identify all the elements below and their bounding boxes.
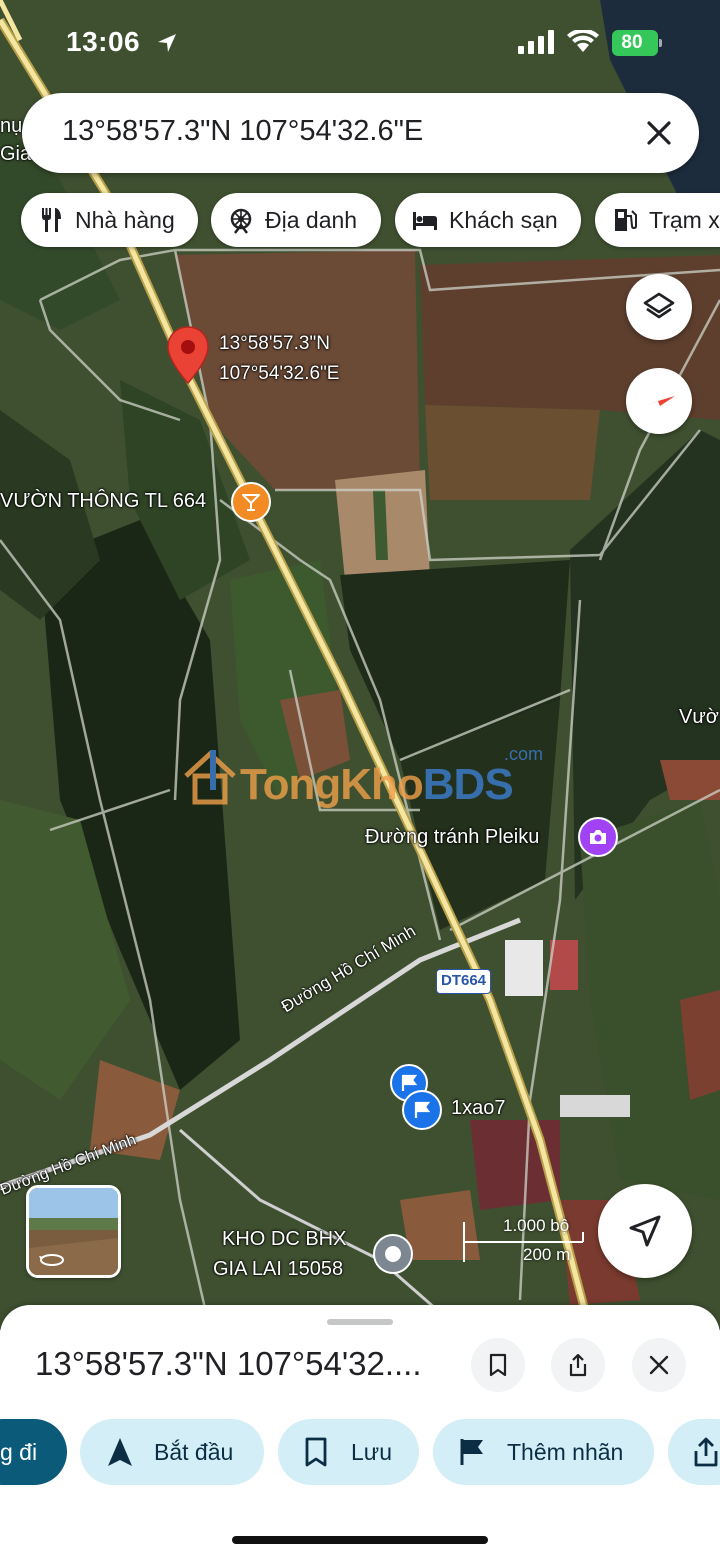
wifi-icon: [567, 30, 599, 52]
action-label: Bắt đầu: [154, 1439, 234, 1465]
restaurant-icon: [42, 208, 61, 232]
location-arrow-icon: [629, 1215, 661, 1247]
hotel-icon: [413, 212, 437, 230]
chip-gas-stations[interactable]: Trạm x: [595, 193, 720, 247]
watermark-suffix: .com: [504, 744, 544, 764]
layers-button[interactable]: [626, 274, 692, 340]
compass-icon: [643, 396, 675, 406]
chip-label: Trạm x: [649, 207, 720, 233]
chip-landmarks[interactable]: Địa danh: [211, 193, 381, 247]
action-label: Lưu: [351, 1439, 392, 1465]
save-action-button[interactable]: Lưu: [278, 1419, 419, 1485]
street-view-thumbnail[interactable]: [26, 1185, 121, 1278]
close-sheet-button[interactable]: [632, 1338, 686, 1392]
map-label-edge-right: Vườ: [679, 706, 719, 728]
cellular-signal-icon: [518, 30, 554, 54]
share-icon: [694, 1437, 718, 1467]
dropped-pin-icon[interactable]: [166, 325, 210, 387]
status-bar: 13:06 80: [0, 22, 720, 66]
pin-coordinate-lng: 107°54'32.6"E: [219, 363, 340, 384]
flag-icon: [414, 1101, 431, 1118]
map-canvas[interactable]: 13:06 80 13°58'57.3"N 107°54'32.6"E Nhà …: [0, 0, 720, 1330]
home-indicator: [232, 1536, 488, 1544]
chip-hotels[interactable]: Khách sạn: [395, 193, 581, 247]
map-label-kho-line2[interactable]: GIA LAI 15058: [213, 1258, 343, 1281]
map-label-parking[interactable]: 1xao7: [451, 1097, 506, 1120]
flag-icon: [401, 1074, 418, 1091]
house-logo-icon: [184, 750, 236, 805]
map-scale: 1.000 bộ 200 m: [463, 1214, 585, 1270]
share-icon: [569, 1353, 587, 1377]
action-row: g đi Bắt đầu Lưu Thêm nhãn: [0, 1419, 720, 1487]
map-label-duong-tranh[interactable]: Đường tránh Pleiku: [365, 826, 539, 849]
map-label-vuon-thong[interactable]: VƯỜN THÔNG TL 664: [0, 490, 206, 513]
scale-metric: 200 m: [523, 1245, 571, 1264]
watermark: TongKhoBDS .com: [182, 742, 552, 812]
share-button[interactable]: [551, 1338, 605, 1392]
camera-icon: [590, 830, 606, 844]
flag-icon: [460, 1439, 483, 1465]
map-label-kho-line1[interactable]: KHO DC BHX: [222, 1228, 346, 1251]
place-title: 13°58'57.3"N 107°54'32....: [35, 1345, 422, 1382]
search-box[interactable]: 13°58'57.3"N 107°54'32.6"E: [22, 93, 699, 173]
scale-imperial: 1.000 bộ: [503, 1216, 570, 1235]
parking-poi-marker[interactable]: [402, 1090, 442, 1130]
bookmark-icon: [305, 1437, 327, 1467]
battery-indicator: 80: [612, 30, 662, 56]
chip-label: Địa danh: [265, 207, 358, 233]
navigation-icon: [108, 1438, 132, 1466]
close-icon[interactable]: [641, 115, 677, 151]
status-time: 13:06: [66, 26, 141, 57]
chip-label: Khách sạn: [449, 207, 558, 233]
action-label: g đi: [0, 1439, 38, 1465]
place-sheet[interactable]: 13°58'57.3"N 107°54'32.... g đi Bắt đầu …: [0, 1305, 720, 1557]
dot-icon: [385, 1246, 401, 1262]
watermark-part-1: Tong: [240, 760, 341, 809]
action-label: Thêm nhãn: [507, 1439, 624, 1465]
close-icon: [649, 1355, 669, 1375]
my-location-button[interactable]: [598, 1184, 692, 1278]
watermark-part-3: BDS: [422, 760, 514, 809]
chip-restaurants[interactable]: Nhà hàng: [21, 193, 198, 247]
route-shield: DT664: [436, 969, 491, 994]
gas-station-icon: [615, 209, 637, 231]
battery-level: 80: [621, 32, 643, 53]
search-query[interactable]: 13°58'57.3"N 107°54'32.6"E: [62, 115, 423, 148]
directions-button[interactable]: g đi: [0, 1419, 67, 1485]
start-button[interactable]: Bắt đầu: [80, 1419, 264, 1485]
rotate-360-icon: [39, 1254, 64, 1266]
share-action-button[interactable]: [668, 1419, 720, 1485]
watermark-text: TongKhoBDS: [240, 760, 514, 810]
cocktail-icon: [242, 494, 260, 511]
photo-poi-marker[interactable]: [578, 817, 618, 857]
landmark-icon: [230, 208, 252, 234]
chip-label: Nhà hàng: [75, 207, 175, 233]
save-button[interactable]: [471, 1338, 525, 1392]
bar-poi-marker[interactable]: [231, 482, 271, 522]
location-arrow-icon: [158, 34, 176, 52]
compass-button[interactable]: [626, 368, 692, 434]
watermark-part-2: Kho: [340, 760, 424, 809]
bookmark-icon: [489, 1353, 507, 1377]
pin-coordinate-lat: 13°58'57.3"N: [219, 333, 330, 354]
drag-handle[interactable]: [327, 1319, 393, 1325]
generic-poi-marker[interactable]: [373, 1234, 413, 1274]
map-label-edge: nụ: [0, 115, 23, 137]
layers-icon: [643, 292, 675, 319]
add-label-button[interactable]: Thêm nhãn: [433, 1419, 654, 1485]
